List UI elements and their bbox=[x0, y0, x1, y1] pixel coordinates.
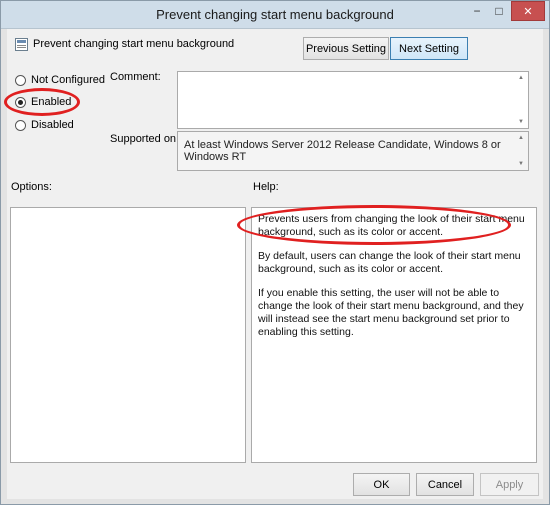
help-paragraph: Prevents users from changing the look of… bbox=[258, 213, 525, 238]
next-setting-button[interactable]: Next Setting bbox=[390, 37, 468, 60]
ok-button[interactable]: OK bbox=[353, 473, 410, 496]
dialog-content: Prevent changing start menu background P… bbox=[7, 29, 543, 499]
scroll-up-icon[interactable]: ▲ bbox=[517, 134, 525, 142]
radio-label: Disabled bbox=[31, 119, 74, 131]
help-paragraph: By default, users can change the look of… bbox=[258, 250, 521, 275]
radio-circle-checked bbox=[15, 96, 26, 108]
radio-circle bbox=[15, 74, 26, 86]
help-panel: Prevents users from changing the look of… bbox=[251, 207, 537, 463]
policy-dialog-window: Prevent changing start menu background −… bbox=[0, 0, 550, 505]
supported-on-field: At least Windows Server 2012 Release Can… bbox=[177, 131, 529, 171]
supported-on-label: Supported on: bbox=[110, 133, 180, 145]
comment-label: Comment: bbox=[110, 71, 161, 83]
help-paragraph: If you enable this setting, the user wil… bbox=[258, 287, 524, 338]
scroll-down-icon[interactable]: ▼ bbox=[517, 160, 525, 168]
radio-label: Not Configured bbox=[31, 74, 105, 86]
close-button[interactable]: ✕ bbox=[511, 1, 545, 21]
help-label: Help: bbox=[253, 181, 279, 193]
scroll-down-icon[interactable]: ▼ bbox=[517, 118, 525, 126]
comment-textarea[interactable]: ▲ ▼ bbox=[177, 71, 529, 129]
previous-setting-button[interactable]: Previous Setting bbox=[303, 37, 389, 60]
cancel-button[interactable]: Cancel bbox=[416, 473, 474, 496]
options-panel bbox=[10, 207, 246, 463]
radio-label: Enabled bbox=[31, 96, 72, 108]
radio-disabled[interactable]: Disabled bbox=[15, 119, 74, 131]
minimize-button[interactable]: − bbox=[466, 1, 488, 21]
policy-setting-icon bbox=[15, 38, 28, 51]
scroll-up-icon[interactable]: ▲ bbox=[517, 74, 525, 82]
maximize-button[interactable]: □ bbox=[488, 1, 510, 21]
setting-title: Prevent changing start menu background bbox=[33, 38, 235, 50]
apply-button[interactable]: Apply bbox=[480, 473, 539, 496]
radio-enabled[interactable]: Enabled bbox=[15, 96, 71, 108]
options-label: Options: bbox=[11, 181, 52, 193]
radio-circle bbox=[15, 119, 26, 131]
title-bar[interactable]: Prevent changing start menu background −… bbox=[1, 1, 549, 29]
radio-not-configured[interactable]: Not Configured bbox=[15, 74, 105, 86]
supported-on-value: At least Windows Server 2012 Release Can… bbox=[184, 139, 501, 163]
